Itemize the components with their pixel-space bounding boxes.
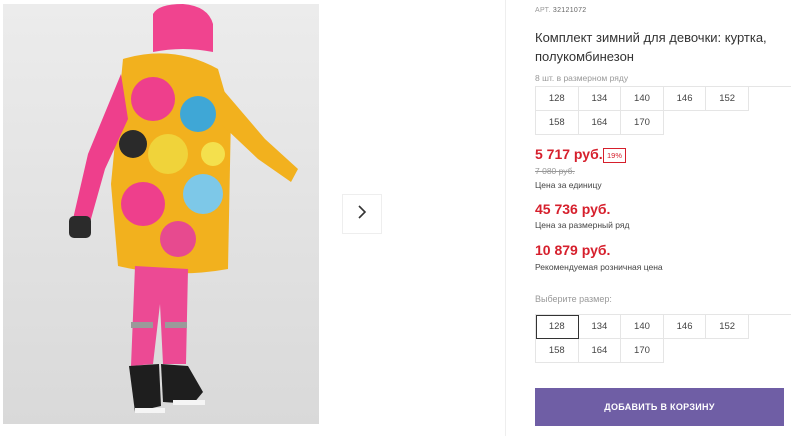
size-option-164[interactable]: 164 [578, 339, 622, 363]
sku: АРТ. 32121072 [535, 7, 586, 14]
pack-size-cell: 152 [706, 87, 749, 111]
sku-value: 32121072 [552, 7, 587, 14]
sku-label: АРТ. [535, 7, 551, 14]
size-option-128[interactable]: 128 [536, 315, 579, 339]
pack-size-cell: 134 [578, 87, 622, 111]
pack-price-label: Цена за размерный ряд [535, 220, 630, 230]
pack-size-cell: 170 [621, 111, 664, 135]
pack-size-cell: 140 [621, 87, 664, 111]
pack-price: 45 736 руб. [535, 201, 611, 217]
choose-size-label: Выберите размер: [535, 294, 612, 304]
product-photo-illustration [3, 4, 319, 424]
add-to-cart-button[interactable]: ДОБАВИТЬ В КОРЗИНУ [535, 388, 784, 426]
size-option-158[interactable]: 158 [536, 339, 579, 363]
size-option-146[interactable]: 146 [663, 315, 707, 339]
discount-badge: 19% [603, 148, 627, 163]
size-option-152[interactable]: 152 [706, 315, 749, 339]
size-option-170[interactable]: 170 [621, 339, 664, 363]
next-image-button[interactable] [342, 194, 382, 234]
size-option-140[interactable]: 140 [621, 315, 664, 339]
product-gallery [0, 0, 505, 436]
pack-size-cell: 128 [536, 87, 579, 111]
pack-size-grid: 128 134 140 146 152 158 164 170 [535, 86, 791, 135]
size-option-134[interactable]: 134 [578, 315, 622, 339]
pack-note: 8 шт. в размерном ряду [535, 73, 629, 83]
old-price: 7 080 руб. [535, 166, 575, 176]
product-photo[interactable] [3, 4, 319, 424]
size-picker: 128 134 140 146 152 158 164 170 [535, 314, 791, 363]
chevron-right-icon [356, 204, 368, 225]
pack-size-cell: 158 [536, 111, 579, 135]
pack-size-cell: 164 [578, 111, 622, 135]
unit-price: 5 717 руб. [535, 146, 603, 162]
retail-price-label: Рекомендуемая розничная цена [535, 262, 663, 272]
unit-price-label: Цена за единицу [535, 180, 602, 190]
pack-size-cell: 146 [663, 87, 707, 111]
product-title: Комплект зимний для девочки: куртка, пол… [535, 30, 767, 64]
retail-price: 10 879 руб. [535, 242, 611, 258]
column-divider [505, 0, 506, 436]
